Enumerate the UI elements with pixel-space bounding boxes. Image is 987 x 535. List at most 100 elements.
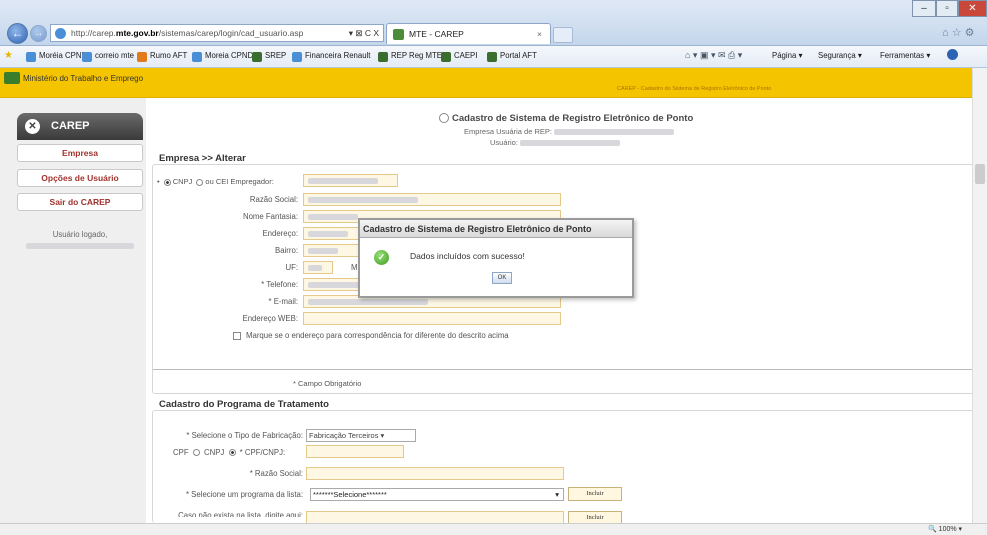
required-note: * Campo Obrigatório — [293, 379, 362, 388]
fav-icon — [137, 52, 147, 62]
fav-item-8[interactable]: Portal AFT — [487, 51, 537, 62]
site-header: Ministério do Trabalho e Emprego CAREP -… — [0, 68, 972, 98]
bairro-label: Bairro: — [275, 246, 298, 255]
cpf-cnpj-selector[interactable]: CPF CNPJ * CPF/CNPJ: — [173, 448, 285, 457]
ministry-label: Ministério do Trabalho e Emprego — [4, 72, 143, 84]
header-caption: CAREP - Cadastro do Sistema de Registro … — [617, 86, 772, 92]
zoom-level[interactable]: 🔍 100% ▾ — [928, 525, 962, 533]
section-programa-title: Cadastro do Programa de Tratamento — [159, 399, 329, 410]
fav-item-1[interactable]: correio mte — [82, 51, 134, 62]
cpf-cnpj-input[interactable] — [306, 445, 404, 458]
razao-social-input[interactable] — [303, 193, 561, 206]
empresa-usuaria: Empresa Usuária de REP: — [464, 127, 675, 136]
tab-title: MTE - CAREP — [409, 29, 464, 39]
tab-carep[interactable]: MTE - CAREP × — [386, 23, 551, 44]
favorites-bar: ★ Moréia CPND correio mte Rumo AFT Morei… — [0, 46, 987, 68]
address-bar[interactable]: http://carep.mte.gov.br/sistemas/carep/l… — [50, 24, 384, 42]
fav-icon — [487, 52, 497, 62]
logged-user: Usuário logado, — [17, 230, 143, 249]
page-title: Cadastro de Sistema de Registro Eletrôni… — [439, 113, 693, 124]
tipo-fabricacao-label: * Selecione o Tipo de Fabricação: — [186, 431, 303, 440]
endereco-web-input[interactable] — [303, 312, 561, 325]
fav-item-2[interactable]: Rumo AFT — [137, 51, 187, 62]
success-dialog: Cadastro de Sistema de Registro Eletrôni… — [358, 218, 634, 298]
dialog-title: Cadastro de Sistema de Registro Eletrôni… — [360, 220, 632, 238]
ministry-logo-icon — [4, 72, 20, 84]
telefone-label: * Telefone: — [261, 280, 298, 289]
url-host: mte.gov.br — [115, 28, 159, 38]
cnpj-cei-selector[interactable]: • CNPJ ou CEI Empregador: — [157, 177, 274, 186]
fav-item-3[interactable]: Moreia CPND — [192, 51, 253, 62]
carep-title-icon — [439, 113, 449, 123]
forward-button[interactable]: → — [30, 25, 47, 42]
cnpj-radio[interactable] — [163, 178, 171, 186]
dropdown-arrow-icon: ▾ — [555, 490, 559, 499]
fav-icon — [26, 52, 36, 62]
correspondencia-checkbox[interactable] — [233, 331, 241, 340]
status-bar: 🔍 100% ▾ — [0, 523, 987, 535]
new-tab-button[interactable] — [553, 27, 573, 43]
cpf-radio[interactable] — [192, 449, 200, 457]
url-prefix: http://carep. — [71, 28, 116, 38]
tipo-fabricacao-select[interactable]: Fabricação Terceiros ▾ — [306, 429, 416, 442]
page-icon — [55, 28, 66, 39]
section-empresa-title: Empresa >> Alterar — [159, 153, 246, 164]
minimize-button[interactable]: – — [912, 0, 936, 17]
tab-close-icon[interactable]: × — [537, 24, 542, 44]
fav-icon — [378, 52, 388, 62]
razao-social-label: Razão Social: — [249, 195, 298, 204]
endereco-label: Endereço: — [262, 229, 298, 238]
help-icon[interactable] — [947, 49, 958, 60]
fav-icon — [82, 52, 92, 62]
dialog-ok-button[interactable]: OK — [492, 272, 512, 284]
address-tools[interactable]: ▾ ⊠ C X — [349, 25, 379, 41]
fav-item-4[interactable]: SREP — [252, 51, 286, 62]
fav-item-7[interactable]: CAEPI — [441, 51, 477, 62]
fav-item-0[interactable]: Moréia CPND — [26, 51, 87, 62]
programa-label: * Selecione um programa da lista: — [185, 490, 303, 499]
fav-icon — [292, 52, 302, 62]
uf-input[interactable] — [303, 261, 333, 274]
razao-social-prog-input[interactable] — [306, 467, 564, 480]
cei-radio[interactable] — [196, 178, 204, 186]
cnpj-input[interactable] — [303, 174, 398, 187]
incluir-button[interactable]: Incluir — [568, 487, 622, 501]
programa-select[interactable]: *******Selecione******* ▾ — [310, 488, 564, 501]
home-star-gear-icons[interactable]: ⌂ ☆ ⚙ — [942, 26, 974, 39]
sidebar: ✕ CAREP Empresa Opções de Usuário Sair do… — [0, 98, 146, 523]
site-favicon-icon — [393, 29, 404, 40]
fav-icon — [441, 52, 451, 62]
sidebar-item-opcoes[interactable]: Opções de Usuário — [17, 169, 143, 187]
toolbar-icons[interactable]: ⌂ ▾ ▣ ▾ ✉ ⎙ ▾ — [685, 50, 742, 61]
seguranca-menu[interactable]: Segurança ▾ — [818, 51, 862, 60]
divider — [153, 369, 973, 370]
dialog-message: Dados incluídos com sucesso! — [410, 251, 525, 261]
sidebar-item-sair[interactable]: Sair do CAREP — [17, 193, 143, 211]
favorites-star-icon[interactable]: ★ — [4, 50, 13, 61]
ferramentas-menu[interactable]: Ferramentas ▾ — [880, 51, 930, 60]
fav-icon — [252, 52, 262, 62]
browser-titlebar: ← → http://carep.mte.gov.br/sistemas/car… — [0, 0, 987, 46]
page-scrollbar[interactable] — [972, 68, 987, 523]
fav-item-5[interactable]: Financeira Renault — [292, 51, 370, 62]
sidebar-item-empresa[interactable]: Empresa — [17, 144, 143, 162]
main-content: Cadastro de Sistema de Registro Eletrôni… — [146, 98, 974, 525]
uf-label: UF: — [285, 263, 298, 272]
razao-social-prog-label: * Razão Social: — [249, 469, 303, 478]
correspondencia-checkbox-row[interactable]: Marque se o endereço para correspondênci… — [233, 331, 509, 340]
scrollbar-thumb[interactable] — [975, 164, 985, 184]
url-path: /sistemas/carep/login/cad_usuario.asp — [158, 28, 304, 38]
back-button[interactable]: ← — [7, 23, 28, 44]
sidebar-title: ✕ CAREP — [17, 113, 143, 140]
email-label: * E-mail: — [268, 297, 298, 306]
endereco-web-label: Endereço WEB: — [242, 314, 298, 323]
maximize-button[interactable]: ▫ — [936, 0, 958, 17]
nome-fantasia-label: Nome Fantasia: — [242, 212, 298, 221]
fav-item-6[interactable]: REP Reg MTE — [378, 51, 442, 62]
carep-logo-icon: ✕ — [25, 119, 40, 134]
close-window-button[interactable]: ✕ — [958, 0, 987, 17]
redacted-user — [26, 243, 134, 249]
programa-panel: * Selecione o Tipo de Fabricação: Fabric… — [152, 410, 974, 525]
cnpj-prog-radio[interactable] — [228, 449, 236, 457]
pagina-menu[interactable]: Página ▾ — [772, 51, 802, 60]
